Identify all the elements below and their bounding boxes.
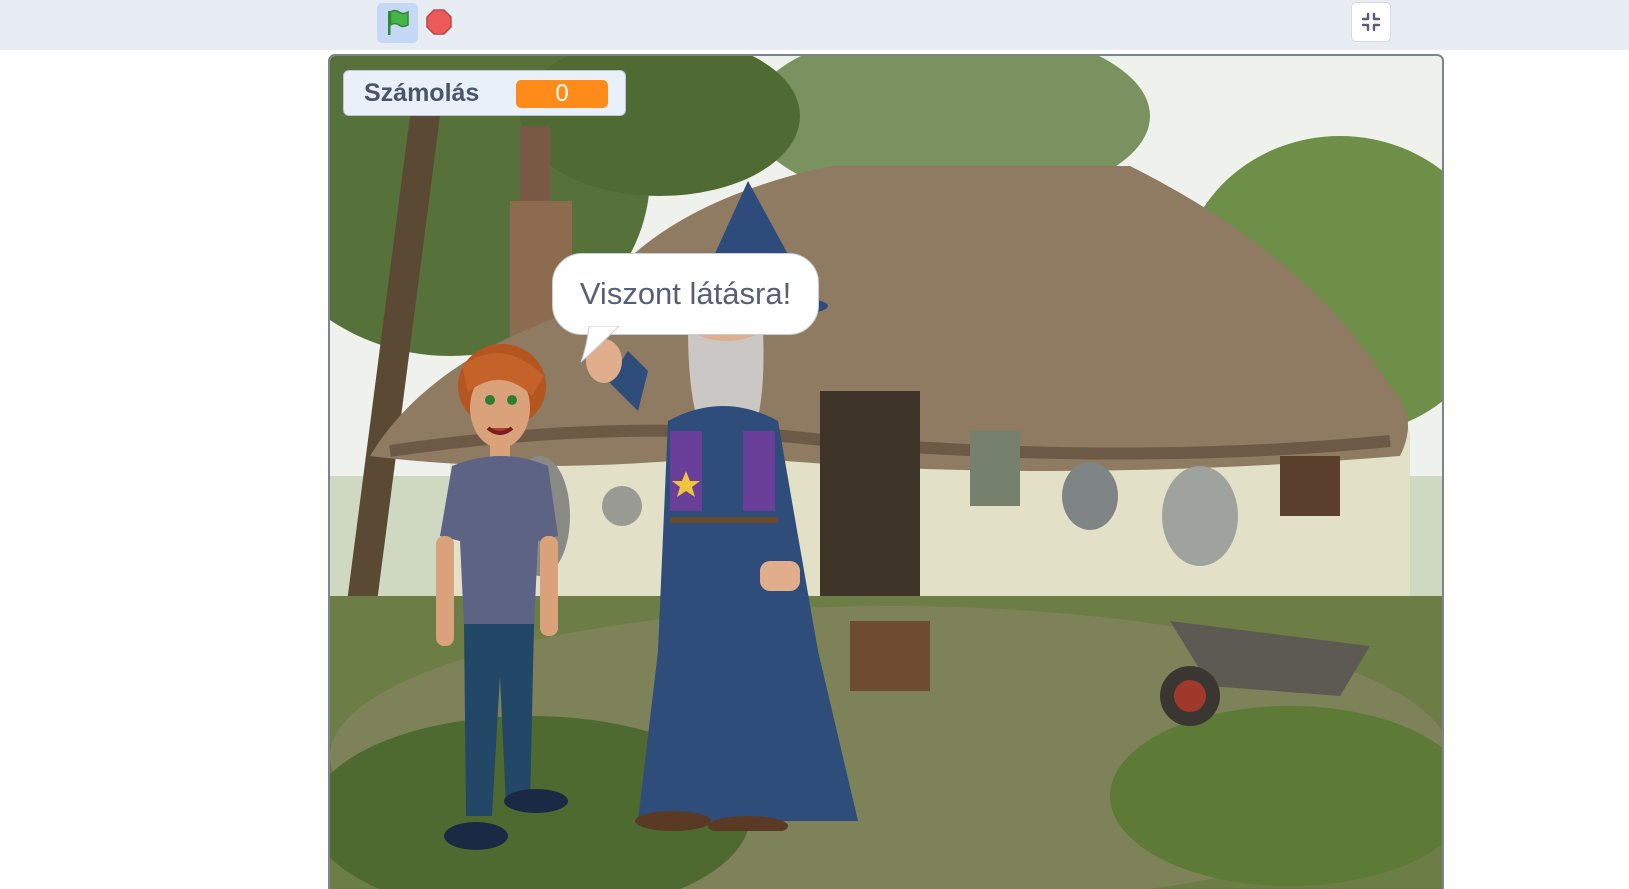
boy-sprite[interactable] xyxy=(422,336,582,866)
speech-bubble: Viszont látásra! xyxy=(552,253,819,335)
speech-bubble-tail xyxy=(580,326,620,363)
speech-bubble-text: Viszont látásra! xyxy=(579,276,792,311)
variable-monitor-label: Számolás xyxy=(364,78,480,107)
variable-monitor-value: 0 xyxy=(516,80,608,108)
stage-toolbar xyxy=(0,0,1629,50)
green-flag-icon xyxy=(387,9,409,35)
stop-button[interactable] xyxy=(424,6,454,38)
stop-icon xyxy=(426,9,452,35)
stage[interactable]: Számolás 0 Viszont látásra! xyxy=(328,54,1444,889)
exit-fullscreen-button[interactable] xyxy=(1351,2,1391,42)
green-flag-button[interactable] xyxy=(377,3,418,43)
variable-monitor[interactable]: Számolás 0 xyxy=(343,70,626,116)
exit-fullscreen-icon xyxy=(1361,12,1381,32)
